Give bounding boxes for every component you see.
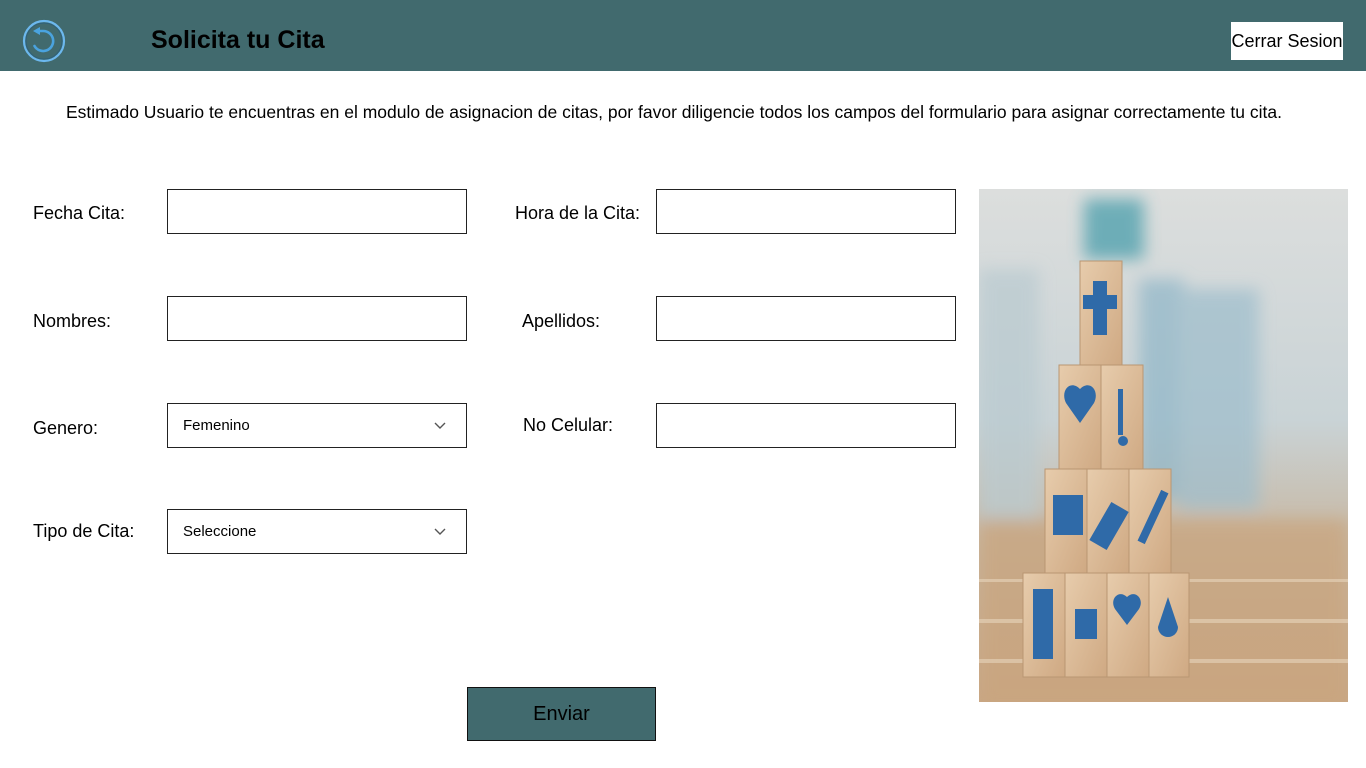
tipo-cita-label: Tipo de Cita:: [33, 521, 135, 541]
intro-text: Estimado Usuario te encuentras en el mod…: [66, 102, 1282, 122]
genero-select[interactable]: Femenino: [167, 403, 467, 448]
genero-selected-value: Femenino: [183, 417, 250, 434]
tipo-cita-selected-value: Seleccione: [183, 523, 257, 540]
celular-input[interactable]: [656, 403, 956, 448]
apellidos-label: Apellidos:: [522, 311, 601, 331]
back-button[interactable]: [22, 17, 66, 65]
page-title: Solicita tu Cita: [151, 26, 325, 54]
celular-label: No Celular:: [523, 415, 614, 435]
submit-button[interactable]: Enviar: [467, 687, 656, 741]
chevron-down-icon: [434, 422, 446, 429]
genero-label: Genero:: [33, 418, 99, 438]
app-header: Solicita tu Cita Cerrar Sesion: [0, 0, 1366, 71]
back-arrow-icon: [22, 19, 66, 63]
hora-cita-input[interactable]: [656, 189, 956, 234]
fecha-cita-label: Fecha Cita:: [33, 203, 126, 223]
hora-cita-label: Hora de la Cita:: [515, 203, 641, 223]
nombres-input[interactable]: [167, 296, 467, 341]
fecha-cita-input[interactable]: [167, 189, 467, 234]
tipo-cita-select[interactable]: Seleccione: [167, 509, 467, 554]
nombres-label: Nombres:: [33, 311, 112, 331]
chevron-down-icon: [434, 528, 446, 535]
apellidos-input[interactable]: [656, 296, 956, 341]
logout-button[interactable]: Cerrar Sesion: [1230, 21, 1344, 61]
medical-blocks-photo: [979, 189, 1348, 702]
